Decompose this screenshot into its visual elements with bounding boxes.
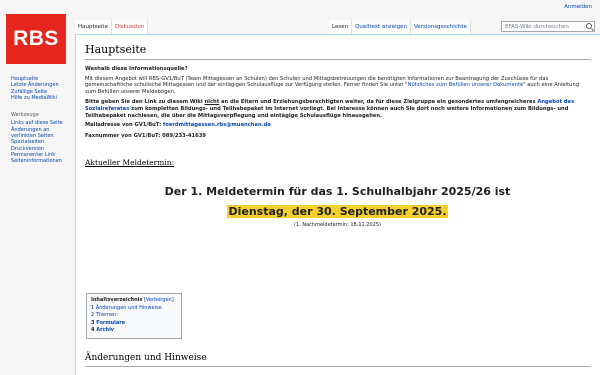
- intro-link[interactable]: Nützliches zum Befüllen unserer Dokument…: [408, 82, 524, 88]
- toc-item[interactable]: 3 Formulare: [91, 320, 177, 328]
- toc-item[interactable]: 2 Themen: [91, 312, 177, 320]
- deadline-line: Der 1. Meldetermin für das 1. Schulhalbj…: [164, 185, 511, 199]
- tab-read[interactable]: Lesen: [329, 20, 353, 34]
- fax-line: Faxnummer von GV1/BuT: 089/233-41639: [85, 132, 206, 139]
- login-link[interactable]: Anmelden: [564, 4, 592, 10]
- toc-item[interactable]: 4 Archiv: [91, 327, 177, 335]
- toc-item[interactable]: 1 Änderungen und Hinweise: [91, 305, 177, 313]
- search-input[interactable]: EFAS-Wiki durchsuchen: [501, 21, 595, 32]
- sidebar-tools-heading: Werkzeuge: [11, 112, 39, 119]
- tab-view-source[interactable]: Quelltext anzeigen: [352, 20, 411, 34]
- toc-header: Inhaltsverzeichnis [Verbergen]: [91, 297, 174, 303]
- rbs-logo[interactable]: RBS: [6, 14, 66, 64]
- tab-history[interactable]: Versionsgeschichte: [410, 20, 471, 34]
- table-of-contents: Inhaltsverzeichnis [Verbergen] 1 Änderun…: [86, 293, 182, 339]
- tab-discussion[interactable]: Diskussion: [111, 20, 149, 34]
- section-heading-changes: Änderungen und Hinweise: [85, 353, 591, 367]
- sidebar-item-related-changes[interactable]: Änderungen an verlinkten Seiten: [11, 127, 73, 140]
- current-deadline-heading: Aktueller Meldetermin:: [85, 158, 175, 168]
- intro-paragraph: Mit diesem Angebot will RBS-GV1/BuT (Tea…: [85, 75, 580, 95]
- tab-main[interactable]: Hauptseite: [75, 20, 112, 34]
- note-paragraph: Bitte geben Sie den Link zu diesem Wiki …: [85, 99, 575, 119]
- next-deadline: (1. Nachmeldetermin: 18.11.2025): [294, 222, 381, 229]
- content-area: Hauptseite Weshalb diese Informationsque…: [75, 34, 600, 375]
- sidebar-item-help[interactable]: Hilfe zu MediaWiki: [11, 95, 73, 101]
- sidebar: Hauptseite Letzte Änderungen Zufällige S…: [11, 76, 73, 165]
- sidebar-item-page-info[interactable]: Seiteninformationen: [11, 158, 73, 164]
- view-tabs: Lesen Quelltext anzeigen Versionsgeschic…: [329, 20, 471, 34]
- page-tabs: Hauptseite Diskussion: [75, 20, 149, 34]
- search-icon[interactable]: [586, 23, 592, 29]
- page-title: Hauptseite: [85, 43, 591, 60]
- intro-heading: Weshalb diese Informationsquelle?: [85, 66, 188, 72]
- mail-link[interactable]: foerdmittagessen.rbs@muenchen.de: [163, 122, 271, 128]
- deadline-date: Dienstag, der 30. September 2025.: [227, 205, 448, 219]
- mail-line: Mailadresse von GV1/BuT: foerdmittagesse…: [85, 122, 271, 129]
- toc-toggle[interactable]: [Verbergen]: [144, 297, 174, 303]
